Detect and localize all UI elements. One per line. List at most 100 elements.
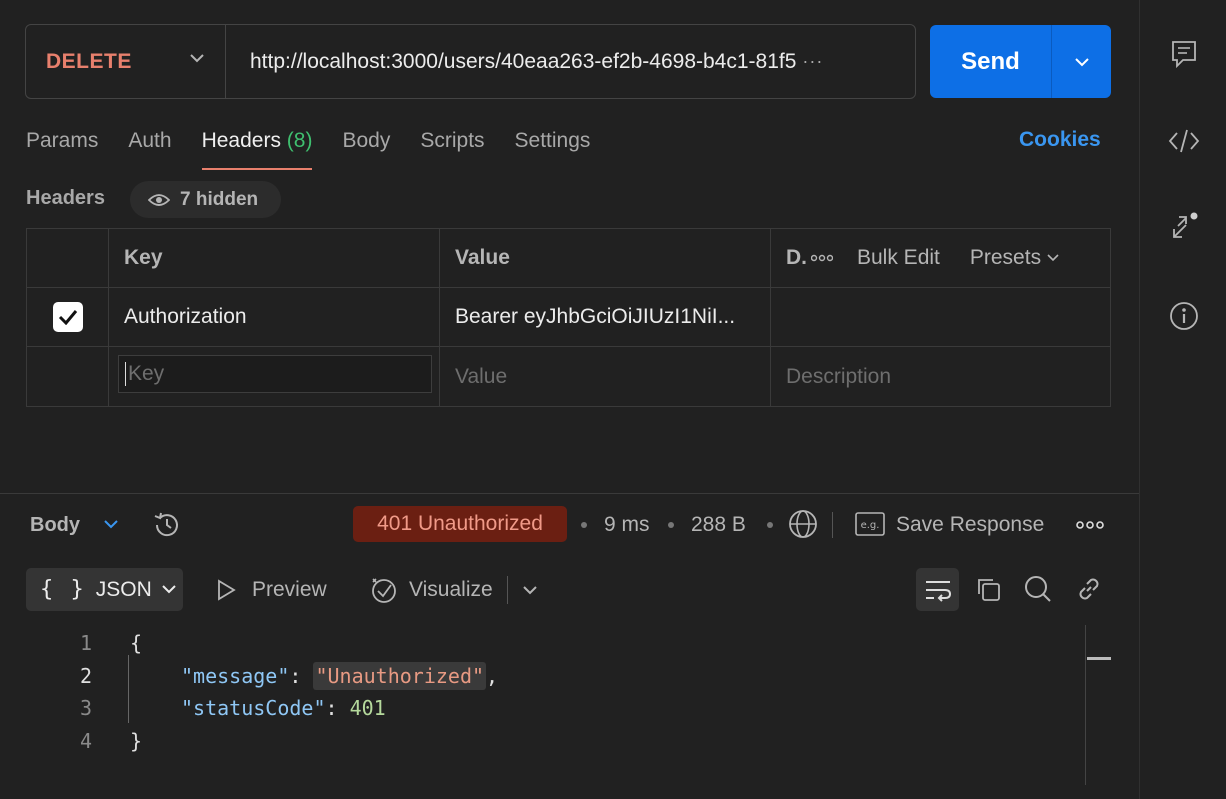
description-column-header: D. Bulk Edit Presets [770,229,1110,287]
toolbar-divider [832,512,833,538]
row-enabled-checkbox[interactable] [52,302,83,332]
bulk-edit-button[interactable]: Bulk Edit [857,246,940,270]
new-description-input[interactable]: Description [770,347,1110,406]
key-column-header: Key [108,229,439,287]
toolbar-divider [506,576,508,604]
chevron-down-icon [190,54,204,63]
checkbox-column-header [27,229,108,287]
related-collections-button[interactable] [1168,211,1200,243]
row-checkbox-cell [27,288,108,346]
value-column-header: Value [439,229,770,287]
preview-button[interactable]: Preview [215,574,327,606]
link-icon [1079,578,1099,600]
more-icon[interactable] [811,254,833,262]
related-icon [1173,212,1198,238]
new-header-row: Key Value Description [27,347,1110,406]
headers-table: Key Value D. Bulk Edit Presets Authoriza… [26,228,1111,407]
hidden-headers-toggle[interactable]: 7 hidden [130,181,281,218]
header-description-cell[interactable] [770,288,1110,346]
search-icon [1025,576,1051,602]
tab-headers-count: (8) [286,129,313,152]
chevron-down-icon[interactable] [103,519,119,529]
tab-scripts[interactable]: Scripts [420,126,484,170]
send-options-button[interactable] [1052,25,1111,98]
presets-button[interactable]: Presets [970,246,1041,270]
format-label: JSON [95,577,152,601]
code-line: { [130,631,143,655]
request-pane: DELETE http://localhost:3000/users/40eaa… [0,0,1139,799]
new-row-checkbox-cell [27,347,108,406]
chevron-down-icon [1074,57,1089,66]
save-response-button[interactable]: Save Response [896,513,1044,537]
wrap-icon [925,580,951,602]
history-icon[interactable] [151,509,183,541]
globe-icon[interactable] [788,509,818,539]
copy-button[interactable] [972,573,1004,605]
code-scrollbar-thumb[interactable] [1087,657,1111,660]
header-value-cell[interactable]: Bearer eyJhbGciOiJIUzI1NiI... [439,288,770,346]
code-snippet-button[interactable] [1168,125,1200,157]
copy-icon [978,579,1000,601]
code-line: } [130,729,143,753]
text-caret [125,362,126,386]
info-button[interactable] [1168,300,1200,332]
table-row: Authorization Bearer eyJhbGciOiJIUzI1NiI… [27,288,1110,347]
header-key-cell[interactable]: Authorization [108,288,439,346]
tab-params[interactable]: Params [26,126,98,170]
response-size[interactable]: 288 B [691,513,746,537]
cookies-link[interactable]: Cookies [1019,128,1101,152]
right-sidebar [1139,0,1226,799]
description-column-label: D. [786,246,807,269]
visualize-button[interactable]: Visualize [369,574,538,606]
code-line: "message": "Unauthorized", [181,662,499,690]
status-badge[interactable]: 401 Unauthorized [353,506,567,542]
send-group: Send [930,25,1111,98]
format-select[interactable]: { } JSON [26,568,183,611]
hidden-count: 7 hidden [180,188,259,210]
table-tools: Bulk Edit Presets [811,229,1059,287]
tab-settings[interactable]: Settings [515,126,591,170]
method-select[interactable]: DELETE [26,25,226,98]
send-button[interactable]: Send [930,25,1052,98]
tab-auth[interactable]: Auth [128,126,171,170]
new-key-input[interactable]: Key [118,355,432,393]
info-icon [1170,302,1198,330]
indent-guide [128,655,129,723]
line-number: 3 [79,696,92,720]
chevron-down-icon [162,585,176,594]
tab-headers[interactable]: Headers (8) [201,126,313,170]
wrap-lines-button[interactable] [916,568,959,611]
url-bar: DELETE http://localhost:3000/users/40eaa… [25,24,916,99]
comment-icon [1172,41,1196,69]
visualize-label: Visualize [409,578,493,601]
preview-label: Preview [252,578,327,601]
url-input[interactable]: http://localhost:3000/users/40eaa263-ef2… [226,50,915,74]
new-value-input[interactable]: Value [439,347,770,406]
response-time[interactable]: 9 ms [604,513,650,537]
chevron-down-icon [1047,254,1059,262]
eye-icon [148,193,170,206]
table-header-row: Key Value D. Bulk Edit Presets [27,229,1110,288]
url-text: http://localhost:3000/users/40eaa263-ef2… [250,49,797,73]
code-scrollbar-track[interactable] [1085,625,1086,785]
response-body-label: Body [30,514,80,536]
pane-divider[interactable] [0,493,1139,494]
method-label: DELETE [46,49,132,73]
code-icon [1168,129,1200,153]
more-icon[interactable] [1076,521,1104,529]
tab-body[interactable]: Body [342,126,390,170]
separator-dot [767,522,773,528]
chevron-down-icon[interactable] [522,585,538,595]
response-bar: Body 401 Unauthorized 9 ms 288 B e.g. Sa… [30,506,1110,544]
link-button[interactable] [1073,573,1105,605]
response-body-code[interactable]: 1 { 2 "message": "Unauthorized", 3 "stat… [0,625,1085,785]
line-number: 1 [79,631,92,655]
separator-dot [581,522,587,528]
separator-dot [668,522,674,528]
save-icon: e.g. [855,512,885,536]
comments-button[interactable] [1168,38,1200,70]
svg-text:e.g.: e.g. [861,520,880,531]
search-button[interactable] [1022,573,1054,605]
json-string-value: "Unauthorized" [313,662,487,690]
json-key: "message" [181,664,290,688]
